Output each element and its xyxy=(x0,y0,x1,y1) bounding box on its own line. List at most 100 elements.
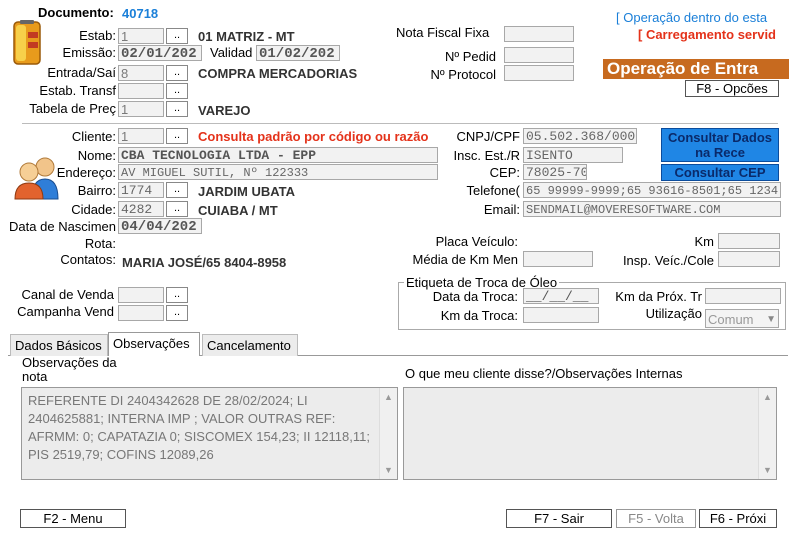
tabela-name: VAREJO xyxy=(198,103,251,118)
data-troca-field[interactable]: __/__/__ xyxy=(523,288,599,304)
nascimento-field[interactable]: 04/04/202 xyxy=(118,218,202,234)
telefone-field[interactable]: 65 99999-9999;65 93616-8501;65 1234 xyxy=(523,182,781,198)
ie-label: Insc. Est./R xyxy=(453,148,520,163)
campanha-field[interactable] xyxy=(118,305,164,321)
validade-field[interactable]: 01/02/202 xyxy=(256,45,340,61)
estab-transf-lookup-button[interactable]: .. xyxy=(166,83,188,99)
placa-label: Placa Veículo: xyxy=(435,234,518,249)
km-label: Km xyxy=(694,234,715,249)
insp-field[interactable] xyxy=(718,251,780,267)
pedido-field[interactable] xyxy=(504,47,574,63)
documento-label: Documento: xyxy=(38,5,114,20)
estab-field[interactable]: 1 xyxy=(118,28,164,44)
canal-field[interactable] xyxy=(118,287,164,303)
campanha-label: Campanha Vend xyxy=(17,304,114,319)
endereco-field[interactable]: AV MIGUEL SUTIL, Nº 122333 xyxy=(118,164,438,180)
estab-name: 01 MATRIZ - MT xyxy=(198,29,295,44)
nota-fiscal-field[interactable] xyxy=(504,26,574,42)
battery-icon xyxy=(10,20,44,66)
scroll-up-icon[interactable]: ▲ xyxy=(384,392,393,402)
km-prox-label: Km da Próx. Tr xyxy=(615,289,702,304)
obs-nota-memo[interactable]: REFERENTE DI 2404342628 DE 28/02/2024; L… xyxy=(21,387,398,480)
f5-back-button[interactable]: F5 - Volta xyxy=(616,509,696,528)
nota-fiscal-label: Nota Fiscal Fixa xyxy=(396,25,490,40)
km-field[interactable] xyxy=(718,233,780,249)
operacao-title: Operação de Entra xyxy=(603,59,789,79)
cidade-name: CUIABA / MT xyxy=(198,203,278,218)
contatos-value: MARIA JOSÉ/65 8404-8958 xyxy=(122,255,287,270)
cliente-label: Cliente: xyxy=(71,129,116,144)
insp-label: Insp. Veíc./Cole xyxy=(622,253,714,268)
chevron-down-icon: ▼ xyxy=(766,314,776,325)
obs-nota-text: REFERENTE DI 2404342628 DE 28/02/2024; L… xyxy=(28,393,370,462)
nome-label: Nome: xyxy=(77,148,116,163)
consulta-hint: Consulta padrão por código ou razão xyxy=(198,129,429,144)
obs-cliente-memo[interactable]: ▲ ▼ xyxy=(403,387,777,480)
km-prox-field[interactable] xyxy=(705,288,781,304)
bairro-lookup-button[interactable]: .. xyxy=(166,182,188,198)
emissao-field[interactable]: 02/01/202 xyxy=(118,45,202,61)
canal-lookup-button[interactable]: .. xyxy=(166,287,188,303)
f7-exit-button[interactable]: F7 - Sair xyxy=(506,509,612,528)
utilizacao-select[interactable]: Comum ▼ xyxy=(705,309,779,328)
cnpj-field[interactable]: 05.502.368/0001 xyxy=(523,128,637,144)
validade-label: Validad xyxy=(210,45,253,60)
operacao-note: [ Operação dentro do esta xyxy=(616,10,768,25)
obs-nota-scrollbar[interactable]: ▲ ▼ xyxy=(379,388,397,479)
f2-menu-button[interactable]: F2 - Menu xyxy=(20,509,126,528)
protocolo-field[interactable] xyxy=(504,65,574,81)
media-label: Média de Km Men xyxy=(412,252,519,267)
ie-field[interactable]: ISENTO xyxy=(523,147,623,163)
estab-transf-label: Estab. Transf xyxy=(39,83,116,98)
cnpj-label: CNPJ/CPF xyxy=(456,129,520,144)
email-label: Email: xyxy=(483,202,520,217)
emissao-label: Emissão: xyxy=(62,45,116,60)
consultar-cep-button[interactable]: Consultar CEP xyxy=(661,164,779,181)
endereco-label: Endereço: xyxy=(56,165,116,180)
consultar-receita-button[interactable]: Consultar Dados na Rece xyxy=(661,128,779,162)
entrada-field[interactable]: 8 xyxy=(118,65,164,81)
obs-cliente-scrollbar[interactable]: ▲ ▼ xyxy=(758,388,776,479)
km-troca-field[interactable] xyxy=(523,307,599,323)
nascimento-label: Data de Nascimen xyxy=(9,219,116,234)
entrada-lookup-button[interactable]: .. xyxy=(166,65,188,81)
canal-label: Canal de Venda xyxy=(21,287,114,302)
km-troca-label: Km da Troca: xyxy=(440,308,518,323)
obs-nota-label: Observações da nota xyxy=(22,355,117,384)
cidade-field[interactable]: 4282 xyxy=(118,201,164,217)
divider xyxy=(22,123,778,124)
scroll-down-icon[interactable]: ▼ xyxy=(384,465,393,475)
telefone-label: Telefone( xyxy=(466,183,520,198)
data-troca-label: Data da Troca: xyxy=(432,289,518,304)
tab-observacoes[interactable]: Observações xyxy=(108,332,200,356)
tab-dados-basicos[interactable]: Dados Básicos xyxy=(10,334,108,356)
scroll-up-icon[interactable]: ▲ xyxy=(763,392,772,402)
cidade-lookup-button[interactable]: .. xyxy=(166,201,188,217)
email-field[interactable]: SENDMAIL@MOVERESOFTWARE.COM xyxy=(523,201,781,217)
media-field[interactable] xyxy=(523,251,593,267)
estab-lookup-button[interactable]: .. xyxy=(166,28,188,44)
obs-cliente-label: O que meu cliente disse?/Observações Int… xyxy=(405,366,683,381)
cliente-field[interactable]: 1 xyxy=(118,128,164,144)
scroll-down-icon[interactable]: ▼ xyxy=(763,465,772,475)
campanha-lookup-button[interactable]: .. xyxy=(166,305,188,321)
tabela-lookup-button[interactable]: .. xyxy=(166,101,188,117)
tabela-label: Tabela de Preç xyxy=(29,101,116,116)
bairro-label: Bairro: xyxy=(77,183,116,198)
f6-next-button[interactable]: F6 - Próxi xyxy=(699,509,777,528)
contatos-label: Contatos: xyxy=(60,252,116,267)
cep-label: CEP: xyxy=(489,165,520,180)
protocolo-label: Nº Protocol xyxy=(430,67,496,82)
estab-label: Estab: xyxy=(79,28,116,43)
cep-field[interactable]: 78025-70 xyxy=(523,164,587,180)
tabela-field[interactable]: 1 xyxy=(118,101,164,117)
documento-value: 40718 xyxy=(122,6,159,21)
estab-transf-field[interactable] xyxy=(118,83,164,99)
f8-options-button[interactable]: F8 - Opcões xyxy=(685,80,779,97)
nome-field[interactable]: CBA TECNOLOGIA LTDA - EPP xyxy=(118,147,438,163)
tab-cancelamento[interactable]: Cancelamento xyxy=(202,334,298,356)
cidade-label: Cidade: xyxy=(71,202,116,217)
entrada-label: Entrada/Saí xyxy=(47,65,116,80)
bairro-field[interactable]: 1774 xyxy=(118,182,164,198)
cliente-lookup-button[interactable]: .. xyxy=(166,128,188,144)
